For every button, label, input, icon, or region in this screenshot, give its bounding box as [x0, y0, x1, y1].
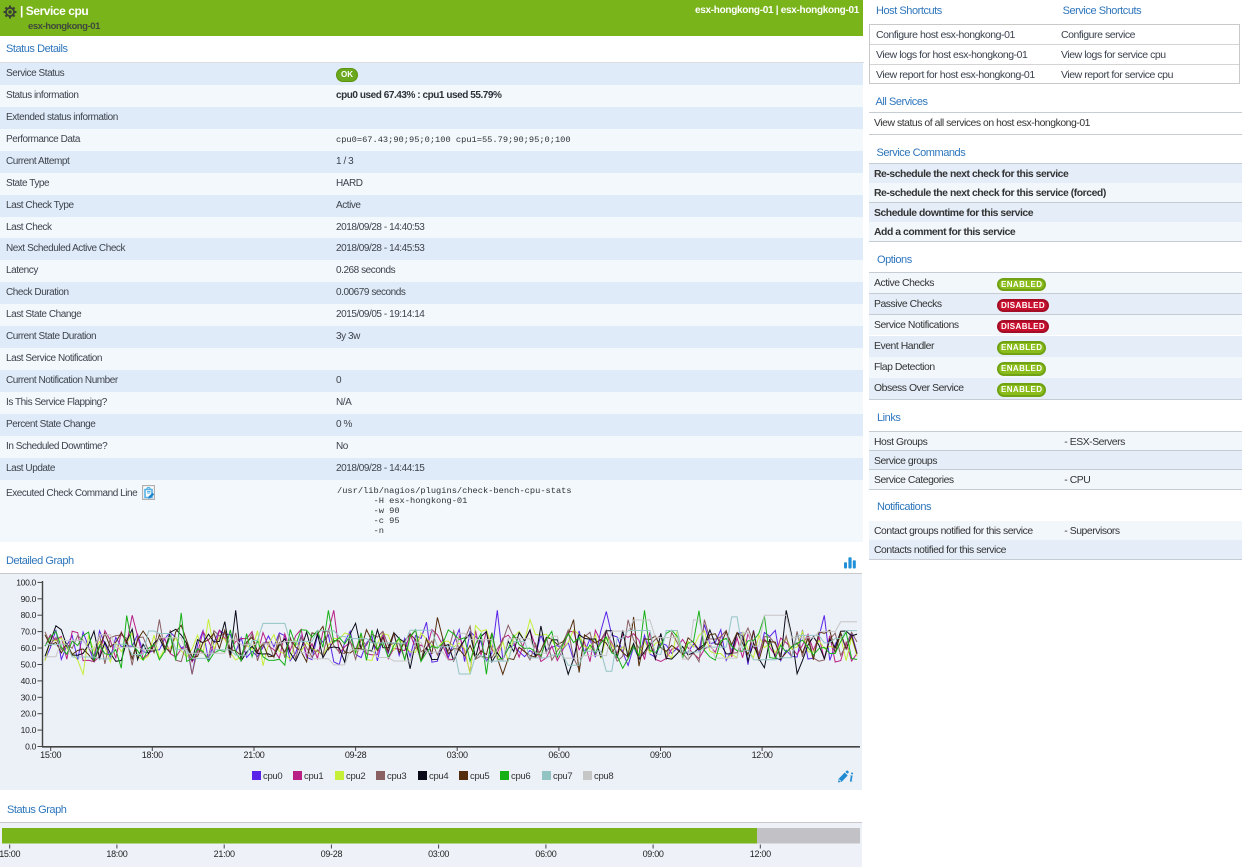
svg-text:06:00: 06:00	[548, 750, 569, 760]
svg-text:90.0: 90.0	[21, 594, 37, 604]
svg-text:30.0: 30.0	[21, 692, 37, 702]
svg-text:21:00: 21:00	[243, 750, 264, 760]
svg-text:09-28: 09-28	[321, 849, 343, 859]
svg-text:cpu6: cpu6	[511, 771, 530, 782]
svg-text:09:00: 09:00	[643, 849, 664, 859]
svg-text:50.0: 50.0	[21, 660, 37, 670]
svg-text:cpu3: cpu3	[387, 771, 406, 782]
svg-text:cpu7: cpu7	[553, 771, 572, 782]
svg-text:70.0: 70.0	[21, 627, 37, 637]
svg-text:21:00: 21:00	[214, 849, 235, 859]
svg-text:15:00: 15:00	[0, 849, 21, 859]
svg-text:i: i	[850, 770, 854, 785]
svg-text:cpu2: cpu2	[346, 771, 365, 782]
svg-text:10.0: 10.0	[21, 725, 37, 735]
svg-text:12:00: 12:00	[750, 849, 771, 859]
svg-text:18:00: 18:00	[142, 750, 163, 760]
svg-text:100.0: 100.0	[16, 577, 36, 587]
svg-text:60.0: 60.0	[21, 643, 37, 653]
svg-text:0.0: 0.0	[25, 742, 36, 752]
svg-text:20.0: 20.0	[21, 709, 37, 719]
svg-text:09:00: 09:00	[650, 750, 671, 760]
svg-text:03:00: 03:00	[447, 750, 468, 760]
svg-text:cpu1: cpu1	[304, 771, 323, 782]
svg-text:18:00: 18:00	[106, 849, 127, 859]
svg-text:06:00: 06:00	[535, 849, 556, 859]
svg-text:15:00: 15:00	[40, 750, 61, 760]
svg-text:cpu5: cpu5	[470, 771, 489, 782]
svg-text:cpu8: cpu8	[594, 771, 613, 782]
svg-text:09-28: 09-28	[345, 750, 367, 760]
svg-text:12:00: 12:00	[752, 750, 773, 760]
svg-text:cpu0: cpu0	[263, 771, 282, 782]
svg-text:cpu4: cpu4	[429, 771, 448, 782]
svg-text:40.0: 40.0	[21, 676, 37, 686]
svg-text:80.0: 80.0	[21, 610, 37, 620]
svg-text:03:00: 03:00	[428, 849, 449, 859]
